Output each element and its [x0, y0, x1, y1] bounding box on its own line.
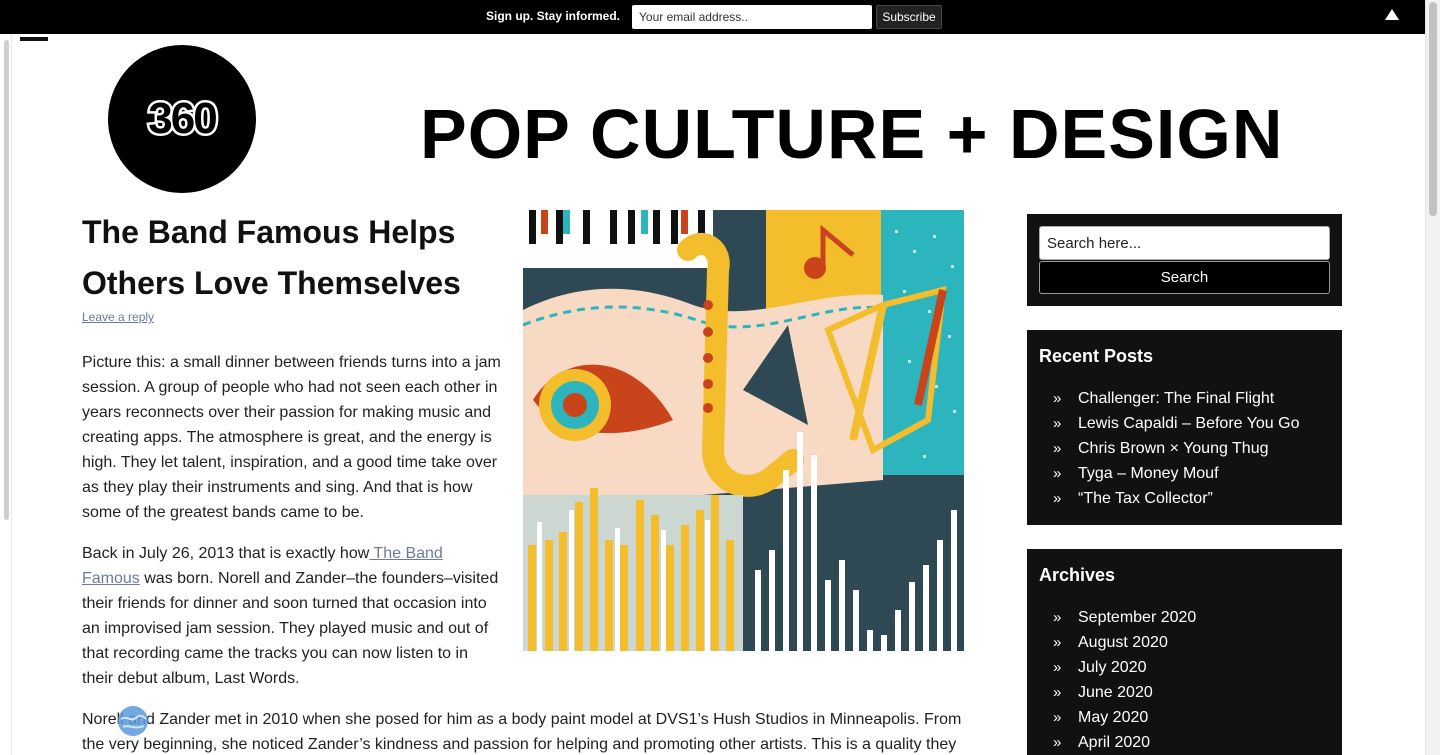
page-scrollbar[interactable] [1425, 0, 1440, 755]
archive-link[interactable]: April 2020 [1078, 734, 1150, 752]
recent-post-link[interactable]: Tyga – Money Mouf [1078, 465, 1219, 483]
archive-link[interactable]: May 2020 [1078, 709, 1148, 727]
recent-post-link[interactable]: Challenger: The Final Flight [1078, 390, 1274, 408]
menu-icon[interactable] [20, 37, 48, 41]
search-button[interactable]: Search [1039, 261, 1330, 294]
side-scroll-track [0, 34, 12, 755]
post-paragraph-1: Picture this: a small dinner between fri… [82, 354, 501, 521]
archive-item[interactable]: » June 2020 [1039, 680, 1196, 705]
archive-item[interactable]: » July 2020 [1039, 655, 1196, 680]
recent-posts-title: Recent Posts [1039, 346, 1154, 366]
search-input[interactable] [1039, 226, 1330, 260]
globe-icon[interactable] [117, 705, 149, 737]
search-widget: Search [1027, 214, 1342, 306]
double-chevron-right-icon: » [1053, 465, 1062, 482]
recent-post-item[interactable]: » Lewis Capaldi – Before You Go [1039, 411, 1299, 436]
recent-post-link[interactable]: Lewis Capaldi – Before You Go [1078, 415, 1299, 433]
post-paragraph-3: Norell and Zander met in 2010 when she p… [82, 711, 962, 753]
recent-post-link[interactable]: Chris Brown × Young Thug [1078, 440, 1269, 458]
logo-text-inner: 360 [148, 94, 216, 143]
archives-list: » September 2020 » August 2020 » July 2020 … [1039, 605, 1196, 755]
subscribe-button[interactable]: Subscribe [876, 5, 942, 29]
double-chevron-right-icon: » [1053, 684, 1062, 701]
post-paragraph-2: Back in July 26, 2013 that is exactly ho… [82, 541, 502, 691]
double-chevron-right-icon: » [1053, 609, 1062, 626]
archives-title: Archives [1039, 565, 1116, 585]
site-title[interactable]: POP CULTURE + DESIGN [420, 94, 1283, 174]
leave-reply-link[interactable]: Leave a reply [82, 310, 154, 324]
archive-item[interactable]: » May 2020 [1039, 705, 1196, 730]
archive-item[interactable]: » April 2020 [1039, 730, 1196, 755]
archive-item[interactable]: » September 2020 [1039, 605, 1196, 630]
recent-post-link[interactable]: “The Tax Collector” [1078, 490, 1213, 508]
double-chevron-right-icon: » [1053, 659, 1062, 676]
archive-link[interactable]: July 2020 [1078, 659, 1147, 677]
double-chevron-right-icon: » [1053, 415, 1062, 432]
recent-post-item[interactable]: » Challenger: The Final Flight [1039, 386, 1299, 411]
post-featured-image [523, 210, 964, 651]
site-logo[interactable]: 360 360 [108, 45, 256, 193]
archive-link[interactable]: September 2020 [1078, 609, 1196, 627]
archive-item[interactable]: » August 2020 [1039, 630, 1196, 655]
signup-label: Sign up. Stay informed. [486, 9, 621, 23]
recent-posts-widget: Recent Posts » Challenger: The Final Flig… [1027, 330, 1342, 525]
recent-posts-list: » Challenger: The Final Flight » Lewis Cap… [1039, 386, 1299, 511]
archive-link[interactable]: June 2020 [1078, 684, 1153, 702]
double-chevron-right-icon: » [1053, 440, 1062, 457]
double-chevron-right-icon: » [1053, 390, 1062, 407]
signup-email-input[interactable] [632, 5, 872, 29]
post-title: The Band Famous Helps Others Love Themse… [82, 214, 461, 301]
signup-bar: Sign up. Stay informed. Subscribe [0, 0, 1425, 34]
double-chevron-right-icon: » [1053, 709, 1062, 726]
recent-post-item[interactable]: » Tyga – Money Mouf [1039, 461, 1299, 486]
double-chevron-right-icon: » [1053, 634, 1062, 651]
recent-post-item[interactable]: » Chris Brown × Young Thug [1039, 436, 1299, 461]
p2-text-after: was born. Norell and Zander–the founders… [82, 570, 499, 687]
double-chevron-right-icon: » [1053, 734, 1062, 751]
page-scrollbar-thumb[interactable] [1429, 2, 1437, 216]
archives-widget: Archives » September 2020 » August 2020 » J… [1027, 549, 1342, 755]
double-chevron-right-icon: » [1053, 490, 1062, 507]
archive-link[interactable]: August 2020 [1078, 634, 1168, 652]
side-scroll-thumb[interactable] [4, 40, 9, 520]
recent-post-item[interactable]: » “The Tax Collector” [1039, 486, 1299, 511]
p2-text-before: Back in July 26, 2013 that is exactly ho… [82, 545, 370, 562]
triangle-up-icon[interactable] [1384, 7, 1400, 23]
